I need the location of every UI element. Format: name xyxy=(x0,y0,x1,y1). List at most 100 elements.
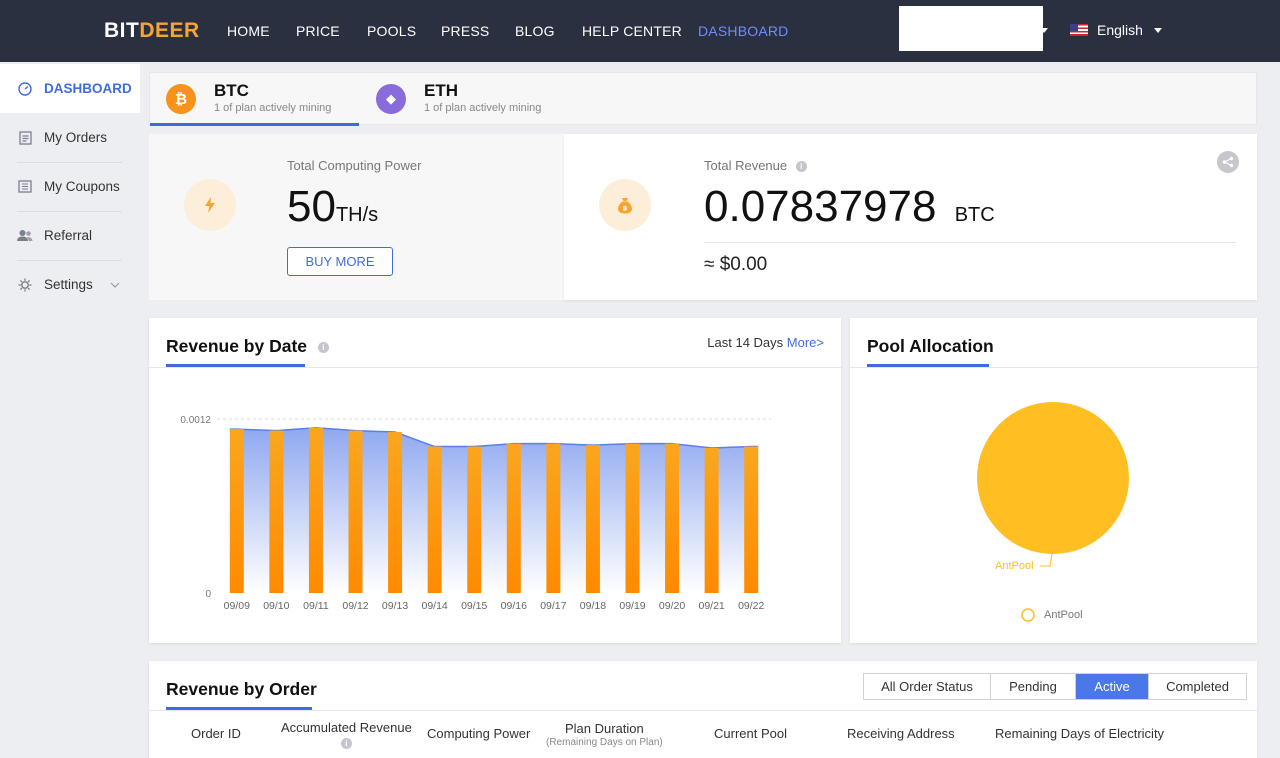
coin-tabs: ₿ BTC 1 of plan actively mining ◆ ETH 1 … xyxy=(149,72,1257,126)
x-tick-label: 09/10 xyxy=(263,600,289,612)
x-tick-label: 09/16 xyxy=(501,600,527,612)
column-subtitle: (Remaining Days on Plan) xyxy=(546,737,663,748)
info-icon[interactable]: i xyxy=(340,738,352,750)
pool-allocation-panel: Pool Allocation AntPool AntPool xyxy=(850,318,1257,643)
x-tick-label: 09/14 xyxy=(422,600,448,612)
sidebar-item-label: My Coupons xyxy=(44,179,120,194)
divider xyxy=(149,710,1257,711)
chart-bar[interactable] xyxy=(585,445,600,593)
tab-eth[interactable]: ◆ ETH 1 of plan actively mining xyxy=(359,73,568,125)
column-accumulated-revenue: Accumulated Revenue i xyxy=(281,720,412,750)
x-tick-label: 09/12 xyxy=(342,600,368,612)
sidebar-item-dashboard[interactable]: DASHBOARD xyxy=(0,64,140,113)
sidebar: DASHBOARD My Orders My Coupons Referral … xyxy=(0,62,140,758)
nav-dashboard[interactable]: DASHBOARD xyxy=(698,23,788,39)
chart-bar[interactable] xyxy=(665,443,680,593)
buy-more-button[interactable]: BUY MORE xyxy=(287,247,393,276)
chart-bar[interactable] xyxy=(348,430,363,593)
nav-pools[interactable]: POOLS xyxy=(367,23,416,39)
column-receiving-address: Receiving Address xyxy=(847,726,955,741)
coin-name: BTC xyxy=(214,81,249,100)
divider xyxy=(704,242,1236,243)
coin-name: ETH xyxy=(424,81,458,100)
x-tick-label: 09/11 xyxy=(303,600,329,612)
column-current-pool: Current Pool xyxy=(714,726,787,741)
nav-press[interactable]: PRESS xyxy=(441,23,489,39)
status-completed[interactable]: Completed xyxy=(1149,674,1246,699)
pool-pie-chart: AntPool AntPool xyxy=(977,402,1129,622)
bitcoin-icon: ₿ xyxy=(166,84,196,114)
info-icon[interactable]: i xyxy=(795,161,807,173)
bitdeer-logo[interactable]: BITDEER xyxy=(104,19,200,43)
x-tick-label: 09/17 xyxy=(540,600,566,612)
ethereum-icon: ◆ xyxy=(376,84,406,114)
sidebar-item-label: DASHBOARD xyxy=(44,81,132,96)
nav-blog[interactable]: BLOG xyxy=(515,23,555,39)
chevron-down-icon[interactable] xyxy=(1040,28,1048,33)
total-revenue-label: Total Revenue i xyxy=(704,158,807,173)
sidebar-item-label: Settings xyxy=(44,277,93,292)
share-icon[interactable] xyxy=(1217,151,1239,173)
usd-equivalent: ≈ $0.00 xyxy=(704,254,768,275)
pie-slice-antpool[interactable] xyxy=(977,402,1129,554)
sidebar-item-label: My Orders xyxy=(44,130,108,145)
x-tick-label: 09/22 xyxy=(738,600,764,612)
chart-bar[interactable] xyxy=(308,427,323,593)
x-tick-label: 09/19 xyxy=(619,600,645,612)
chart-bar[interactable] xyxy=(744,446,759,593)
chart-bar[interactable] xyxy=(546,443,561,593)
x-tick-label: 09/21 xyxy=(699,600,725,612)
column-order-id: Order ID xyxy=(191,726,241,741)
nav-home[interactable]: HOME xyxy=(227,23,270,39)
column-remaining-days-electricity: Remaining Days of Electricity xyxy=(995,726,1165,741)
x-tick-label: 09/15 xyxy=(461,600,487,612)
status-active[interactable]: Active xyxy=(1076,674,1149,699)
revenue-bar-chart: 0.0012 0 09/09 09/10 09/11 09/12 09/13 09/14 09/… xyxy=(180,415,771,612)
chart-bar[interactable] xyxy=(625,443,640,593)
total-revenue-unit: BTC xyxy=(954,204,995,226)
chart-bar[interactable] xyxy=(388,432,403,593)
chevron-down-icon xyxy=(1153,27,1162,33)
chart-bar[interactable] xyxy=(427,446,442,593)
ticket-icon xyxy=(17,179,33,195)
chart-bar[interactable] xyxy=(269,430,284,593)
lightning-icon xyxy=(184,179,236,231)
coin-subtitle: 1 of plan actively mining xyxy=(424,102,542,114)
chart-bar[interactable] xyxy=(229,429,244,593)
tab-btc[interactable]: ₿ BTC 1 of plan actively mining xyxy=(150,73,359,126)
money-bag-icon: B xyxy=(599,179,651,231)
sidebar-item-my-orders[interactable]: My Orders xyxy=(0,113,140,162)
document-icon xyxy=(17,130,33,146)
nav-price[interactable]: PRICE xyxy=(296,23,340,39)
computing-power-value: 50TH/s xyxy=(287,182,379,231)
nav-help-center[interactable]: HELP CENTER xyxy=(582,23,682,39)
order-status-filter: All Order Status Pending Active Complete… xyxy=(863,673,1247,700)
gauge-icon xyxy=(17,81,33,97)
panel-title: Revenue by Order xyxy=(166,679,317,699)
account-menu[interactable] xyxy=(899,6,1043,51)
chart-bar[interactable] xyxy=(704,448,719,593)
sidebar-item-referral[interactable]: Referral xyxy=(0,211,140,260)
status-all[interactable]: All Order Status xyxy=(864,674,991,699)
total-revenue-card: B Total Revenue i 0.07837978 BTC ≈ $0.00 xyxy=(564,134,1257,300)
status-pending[interactable]: Pending xyxy=(991,674,1076,699)
language-label: English xyxy=(1097,22,1143,38)
chart-bar[interactable] xyxy=(467,446,482,593)
gear-icon xyxy=(17,277,33,293)
us-flag-icon xyxy=(1070,24,1088,36)
pie-slice-label: AntPool xyxy=(995,560,1034,572)
revenue-by-date-panel: Revenue by Date i Last 14 Days More> 0.0… xyxy=(149,318,841,643)
computing-power-label: Total Computing Power xyxy=(287,158,422,173)
chart-bar[interactable] xyxy=(506,443,521,593)
x-tick-label: 09/09 xyxy=(224,600,250,612)
language-selector[interactable]: English xyxy=(1070,22,1162,38)
coin-subtitle: 1 of plan actively mining xyxy=(214,102,332,114)
legend-marker xyxy=(1021,608,1035,622)
sidebar-item-my-coupons[interactable]: My Coupons xyxy=(0,162,140,211)
sidebar-item-settings[interactable]: Settings xyxy=(0,260,140,309)
legend-label[interactable]: AntPool xyxy=(1044,609,1083,621)
sidebar-item-label: Referral xyxy=(44,228,93,243)
top-navigation-bar: BITDEER HOME PRICE POOLS PRESS BLOG HELP… xyxy=(0,0,1280,62)
computing-power-unit: TH/s xyxy=(335,204,379,226)
users-icon xyxy=(17,228,33,244)
